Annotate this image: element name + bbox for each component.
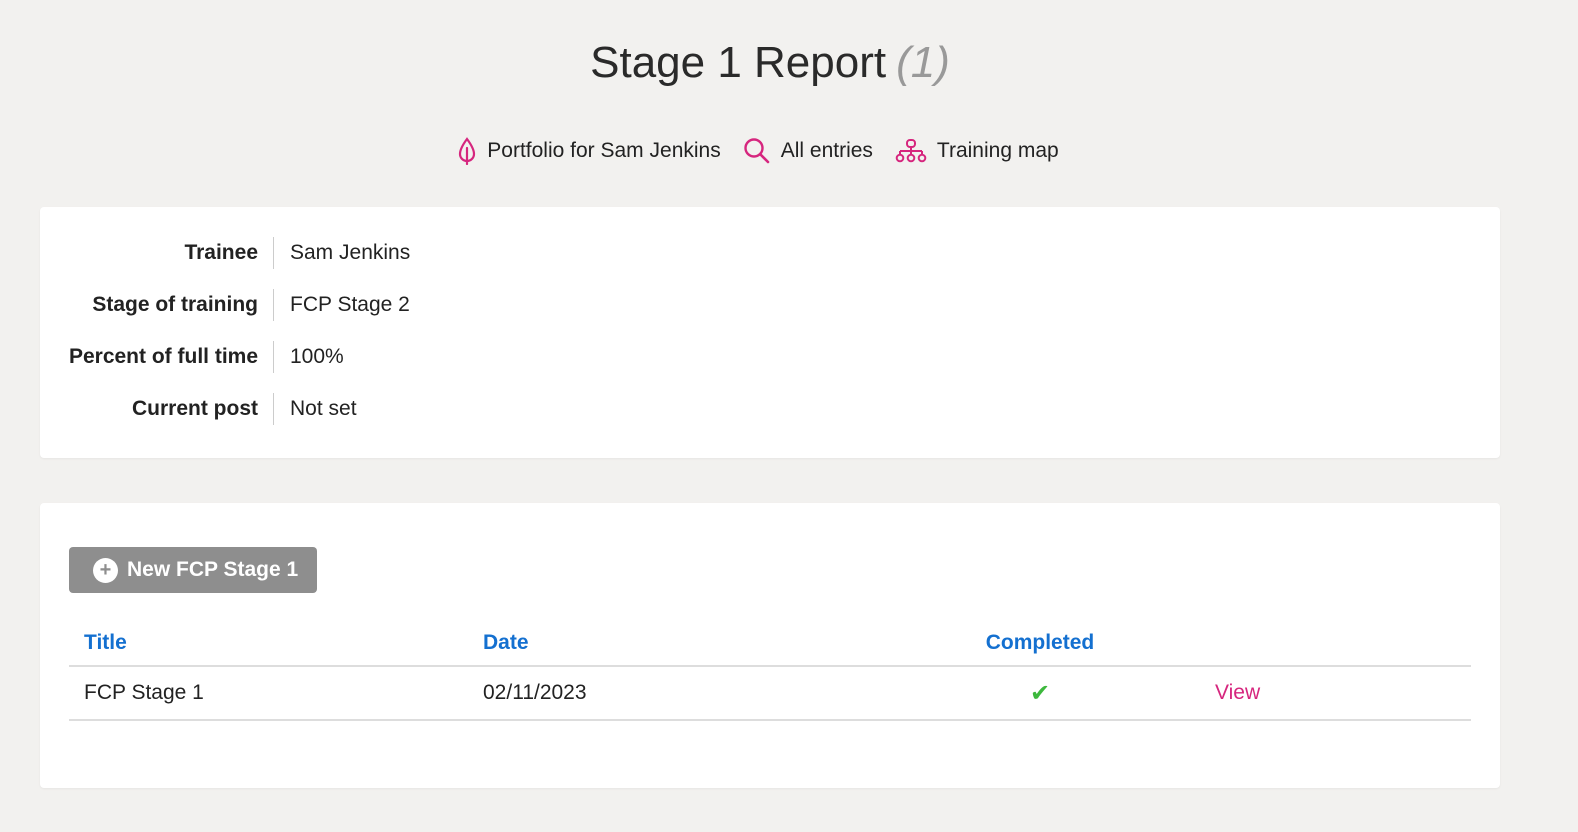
column-header-title[interactable]: Title [69, 621, 468, 667]
view-link[interactable]: View [1183, 681, 1260, 704]
detail-row-percent: Percent of full time 100% [40, 331, 410, 383]
detail-row-trainee: Trainee Sam Jenkins [40, 227, 410, 279]
new-fcp-stage-button-label: New FCP Stage 1 [127, 558, 299, 581]
training-map-link-label: Training map [936, 139, 1059, 162]
search-icon [743, 137, 771, 165]
detail-value: 100% [290, 345, 344, 368]
cell-title: FCP Stage 1 [69, 666, 468, 721]
cell-actions: View [1168, 666, 1471, 721]
trainee-details-card: Trainee Sam Jenkins Stage of training FC… [40, 207, 1500, 458]
all-entries-link[interactable]: All entries [743, 134, 873, 168]
trainee-details-list: Trainee Sam Jenkins Stage of training FC… [40, 227, 410, 435]
detail-label: Current post [40, 393, 274, 425]
entries-table: Title Date Completed FCP Stage 1 02/11/2… [69, 621, 1471, 721]
detail-row-stage: Stage of training FCP Stage 2 [40, 279, 410, 331]
portfolio-link-label: Portfolio for Sam Jenkins [487, 139, 721, 162]
cell-date: 02/11/2023 [468, 666, 912, 721]
portfolio-link[interactable]: Portfolio for Sam Jenkins [457, 134, 721, 168]
column-header-date[interactable]: Date [468, 621, 912, 667]
training-map-link[interactable]: Training map [895, 134, 1059, 168]
sitemap-icon [895, 138, 927, 164]
checkmark-icon: ✔ [1029, 679, 1051, 707]
detail-label: Stage of training [40, 289, 274, 321]
page-title-text: Stage 1 Report [590, 38, 887, 87]
detail-value: Not set [290, 397, 357, 420]
detail-row-post: Current post Not set [40, 383, 410, 435]
table-header-row: Title Date Completed [69, 621, 1471, 667]
plus-circle-icon: + [93, 557, 118, 583]
page-title: Stage 1 Report (1) [0, 34, 1540, 92]
leaf-icon [457, 137, 477, 165]
table-row: FCP Stage 1 02/11/2023 ✔ View [69, 666, 1471, 721]
detail-value: Sam Jenkins [290, 241, 411, 264]
all-entries-link-label: All entries [780, 139, 873, 162]
detail-label: Percent of full time [40, 341, 274, 373]
entries-card: + New FCP Stage 1 Title Date Completed F… [40, 503, 1500, 788]
column-header-completed[interactable]: Completed [912, 621, 1168, 667]
cell-completed: ✔ [912, 666, 1168, 721]
new-fcp-stage-button[interactable]: + New FCP Stage 1 [69, 547, 317, 593]
detail-label: Trainee [40, 237, 274, 269]
column-header-actions [1168, 621, 1471, 667]
portfolio-nav: Portfolio for Sam Jenkins All entries Tr… [0, 134, 1516, 168]
page-title-count: (1) [896, 38, 950, 87]
detail-value: FCP Stage 2 [290, 293, 410, 316]
